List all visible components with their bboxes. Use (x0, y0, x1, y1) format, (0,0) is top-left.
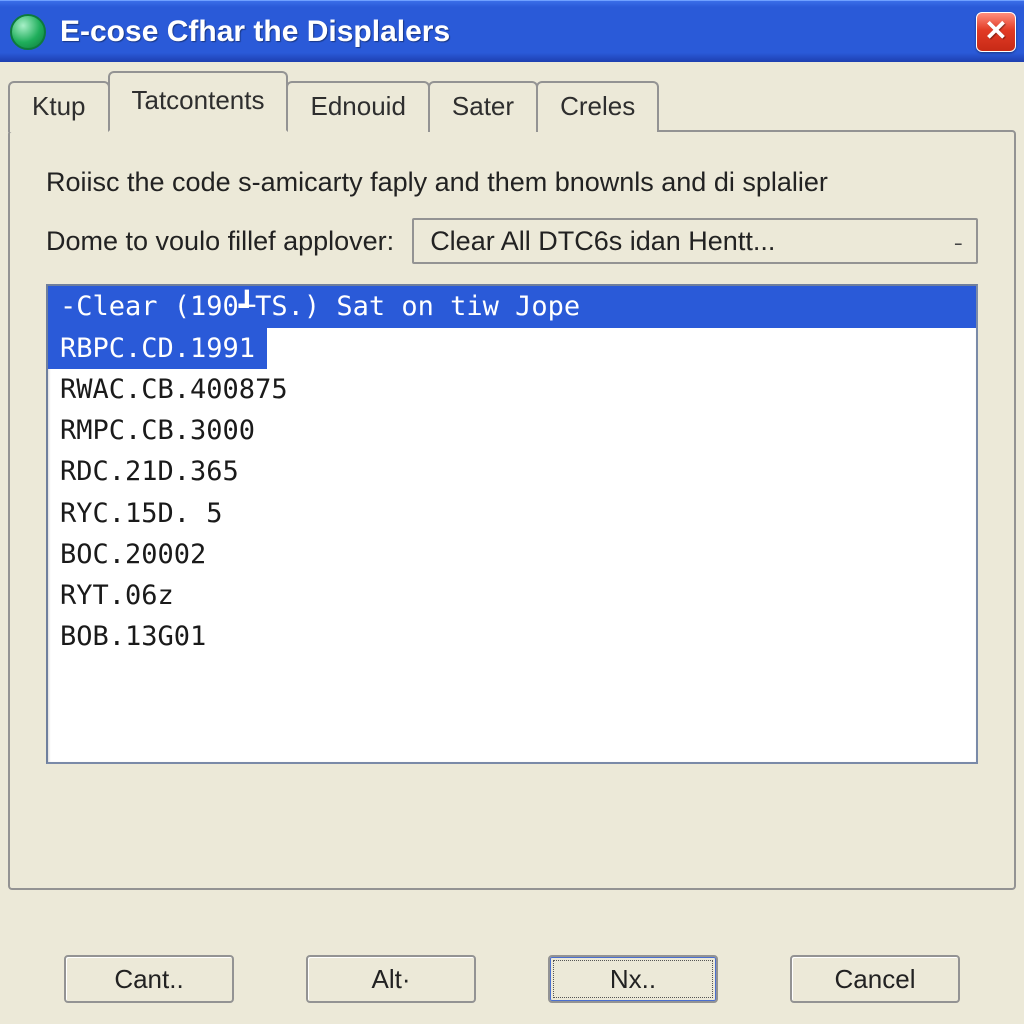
close-button[interactable]: ✕ (976, 12, 1016, 52)
tabstrip: Ktup Tatcontents Ednouid Sater Creles (8, 78, 1024, 130)
list-item[interactable]: RYC.15D. 5 (48, 493, 976, 534)
list-item[interactable]: BOB.13G01 (48, 616, 976, 657)
combo-label: Dome to voulo fillef applover: (46, 226, 394, 257)
client-area: Ktup Tatcontents Ednouid Sater Creles Ro… (0, 62, 1024, 1024)
list-item[interactable]: RBPC.CD.1991 (48, 328, 976, 369)
code-listbox[interactable]: -Clear (190┹TS.) Sat on tiw Jope RBPC.CD… (46, 284, 978, 764)
list-item[interactable]: BOC.20002 (48, 534, 976, 575)
tab-tatcontents[interactable]: Tatcontents (108, 71, 289, 132)
tab-ednouid[interactable]: Ednouid (286, 81, 429, 132)
alt-button[interactable]: Alt· (306, 955, 476, 1003)
list-item[interactable]: -Clear (190┹TS.) Sat on tiw Jope (48, 286, 976, 327)
combo-row: Dome to voulo fillef applover: Clear All… (46, 218, 978, 264)
window-title: E-cose Cfhar the Displalers (60, 15, 976, 49)
cancel-button[interactable]: Cancel (790, 955, 960, 1003)
close-icon: ✕ (984, 15, 1007, 46)
list-item[interactable]: RMPC.CB.3000 (48, 410, 976, 451)
action-combo[interactable]: Clear All DTC6s idan Hentt... ˗ (412, 218, 978, 264)
dialog-footer: Cant.. Alt· Nx.. Cancel (0, 944, 1024, 1014)
list-item-text: RBPC.CD.1991 (48, 328, 267, 369)
tab-ktup[interactable]: Ktup (8, 81, 110, 132)
list-item[interactable]: RYT.06z (48, 575, 976, 616)
cant-button[interactable]: Cant.. (64, 955, 234, 1003)
list-item[interactable]: RWAC.CB.400875 (48, 369, 976, 410)
tab-sater[interactable]: Sater (428, 81, 538, 132)
titlebar[interactable]: E-cose Cfhar the Displalers ✕ (0, 0, 1024, 62)
tab-panel: Roiisc the code s-amicarty faply and the… (8, 130, 1016, 890)
app-icon (10, 14, 46, 50)
tab-creles[interactable]: Creles (536, 81, 659, 132)
combo-value: Clear All DTC6s idan Hentt... (430, 226, 775, 257)
panel-description: Roiisc the code s-amicarty faply and the… (46, 164, 978, 200)
chevron-down-icon: ˗ (955, 228, 962, 254)
list-item[interactable]: RDC.21D.365 (48, 451, 976, 492)
nx-button[interactable]: Nx.. (548, 955, 718, 1003)
dialog-window: E-cose Cfhar the Displalers ✕ Ktup Tatco… (0, 0, 1024, 1024)
